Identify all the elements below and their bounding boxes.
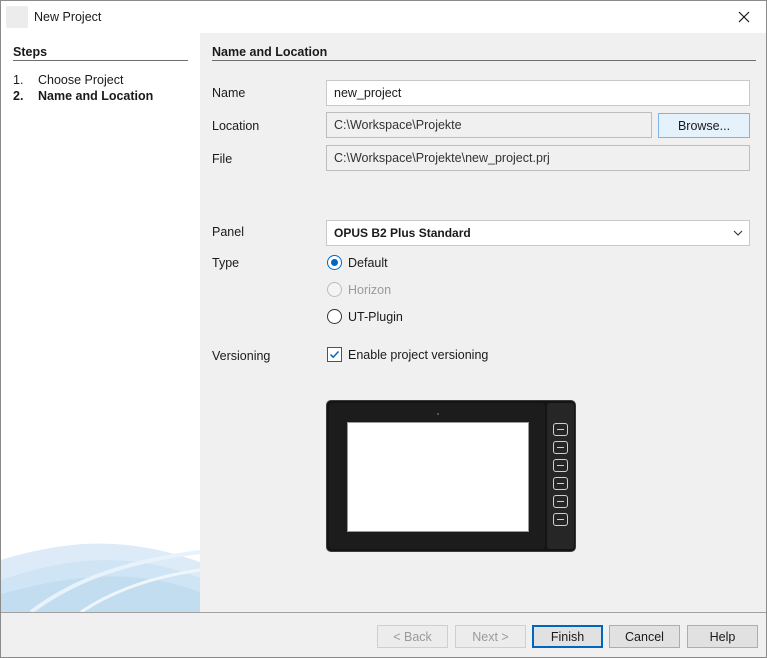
radio-indicator: [327, 309, 342, 324]
back-button[interactable]: < Back: [377, 625, 448, 648]
panel-key-icon: [553, 513, 568, 526]
step-label: Choose Project: [38, 73, 124, 87]
radio-label: Default: [348, 255, 388, 270]
versioning-checkbox[interactable]: Enable project versioning: [327, 347, 488, 362]
panel-keypad: [547, 403, 574, 549]
panel-bezel: [329, 403, 545, 549]
step-label: Name and Location: [38, 89, 154, 103]
checkbox-box: [327, 347, 342, 362]
close-icon: [738, 11, 749, 23]
type-label: Type: [212, 256, 240, 270]
type-radio-ut-plugin[interactable]: UT-Plugin: [327, 309, 403, 324]
button-bar: < Back Next > Finish Cancel Help: [1, 612, 766, 657]
location-field[interactable]: C:\Workspace\Projekte: [326, 112, 652, 138]
help-button[interactable]: Help: [687, 625, 758, 648]
section-heading: Name and Location: [212, 45, 328, 59]
steps-panel: Steps 1. Choose Project 2. Name and Locati…: [1, 33, 200, 612]
location-label: Location: [212, 119, 260, 133]
decorative-swoosh: [1, 543, 200, 612]
radio-indicator: [327, 282, 342, 297]
radio-label: UT-Plugin: [348, 309, 403, 324]
panel-preview-image: [326, 400, 576, 552]
radio-indicator: [327, 255, 342, 270]
steps-heading: Steps: [13, 45, 48, 59]
step-number: 2.: [13, 89, 24, 103]
check-icon: [329, 350, 340, 359]
new-project-dialog: New Project Steps 1. Choose Project 2. Nam…: [0, 0, 767, 658]
panel-key-icon: [553, 441, 568, 454]
panel-selected-value: OPUS B2 Plus Standard: [334, 226, 471, 240]
panel-dropdown[interactable]: OPUS B2 Plus Standard: [326, 220, 750, 246]
checkbox-label: Enable project versioning: [348, 347, 489, 362]
step-item-name-and-location: 2. Name and Location: [13, 89, 153, 103]
close-button[interactable]: [721, 1, 766, 33]
main-panel: Name and Location Name new_project Locat…: [200, 33, 766, 612]
title-bar: New Project: [1, 1, 766, 33]
finish-button[interactable]: Finish: [532, 625, 603, 648]
file-label: File: [212, 152, 233, 166]
versioning-label: Versioning: [212, 349, 271, 363]
panel-label: Panel: [212, 225, 244, 239]
section-divider: [212, 60, 756, 61]
steps-divider: [13, 60, 188, 61]
panel-key-icon: [553, 495, 568, 508]
name-label: Name: [212, 86, 246, 100]
panel-screen: [347, 422, 529, 532]
panel-led: [437, 413, 439, 415]
next-button[interactable]: Next >: [455, 625, 526, 648]
file-field[interactable]: C:\Workspace\Projekte\new_project.prj: [326, 145, 750, 171]
name-input[interactable]: new_project: [326, 80, 750, 106]
step-item-choose-project: 1. Choose Project: [13, 73, 123, 87]
step-number: 1.: [13, 73, 24, 87]
app-icon: [6, 6, 28, 28]
browse-button[interactable]: Browse...: [658, 113, 750, 138]
panel-key-icon: [553, 459, 568, 472]
panel-key-icon: [553, 477, 568, 490]
chevron-down-icon: [733, 230, 743, 236]
window-title: New Project: [34, 10, 102, 24]
cancel-button[interactable]: Cancel: [609, 625, 680, 648]
radio-label: Horizon: [348, 282, 392, 297]
type-radio-horizon[interactable]: Horizon: [327, 282, 391, 297]
panel-key-icon: [553, 423, 568, 436]
type-radio-default[interactable]: Default: [327, 255, 388, 270]
